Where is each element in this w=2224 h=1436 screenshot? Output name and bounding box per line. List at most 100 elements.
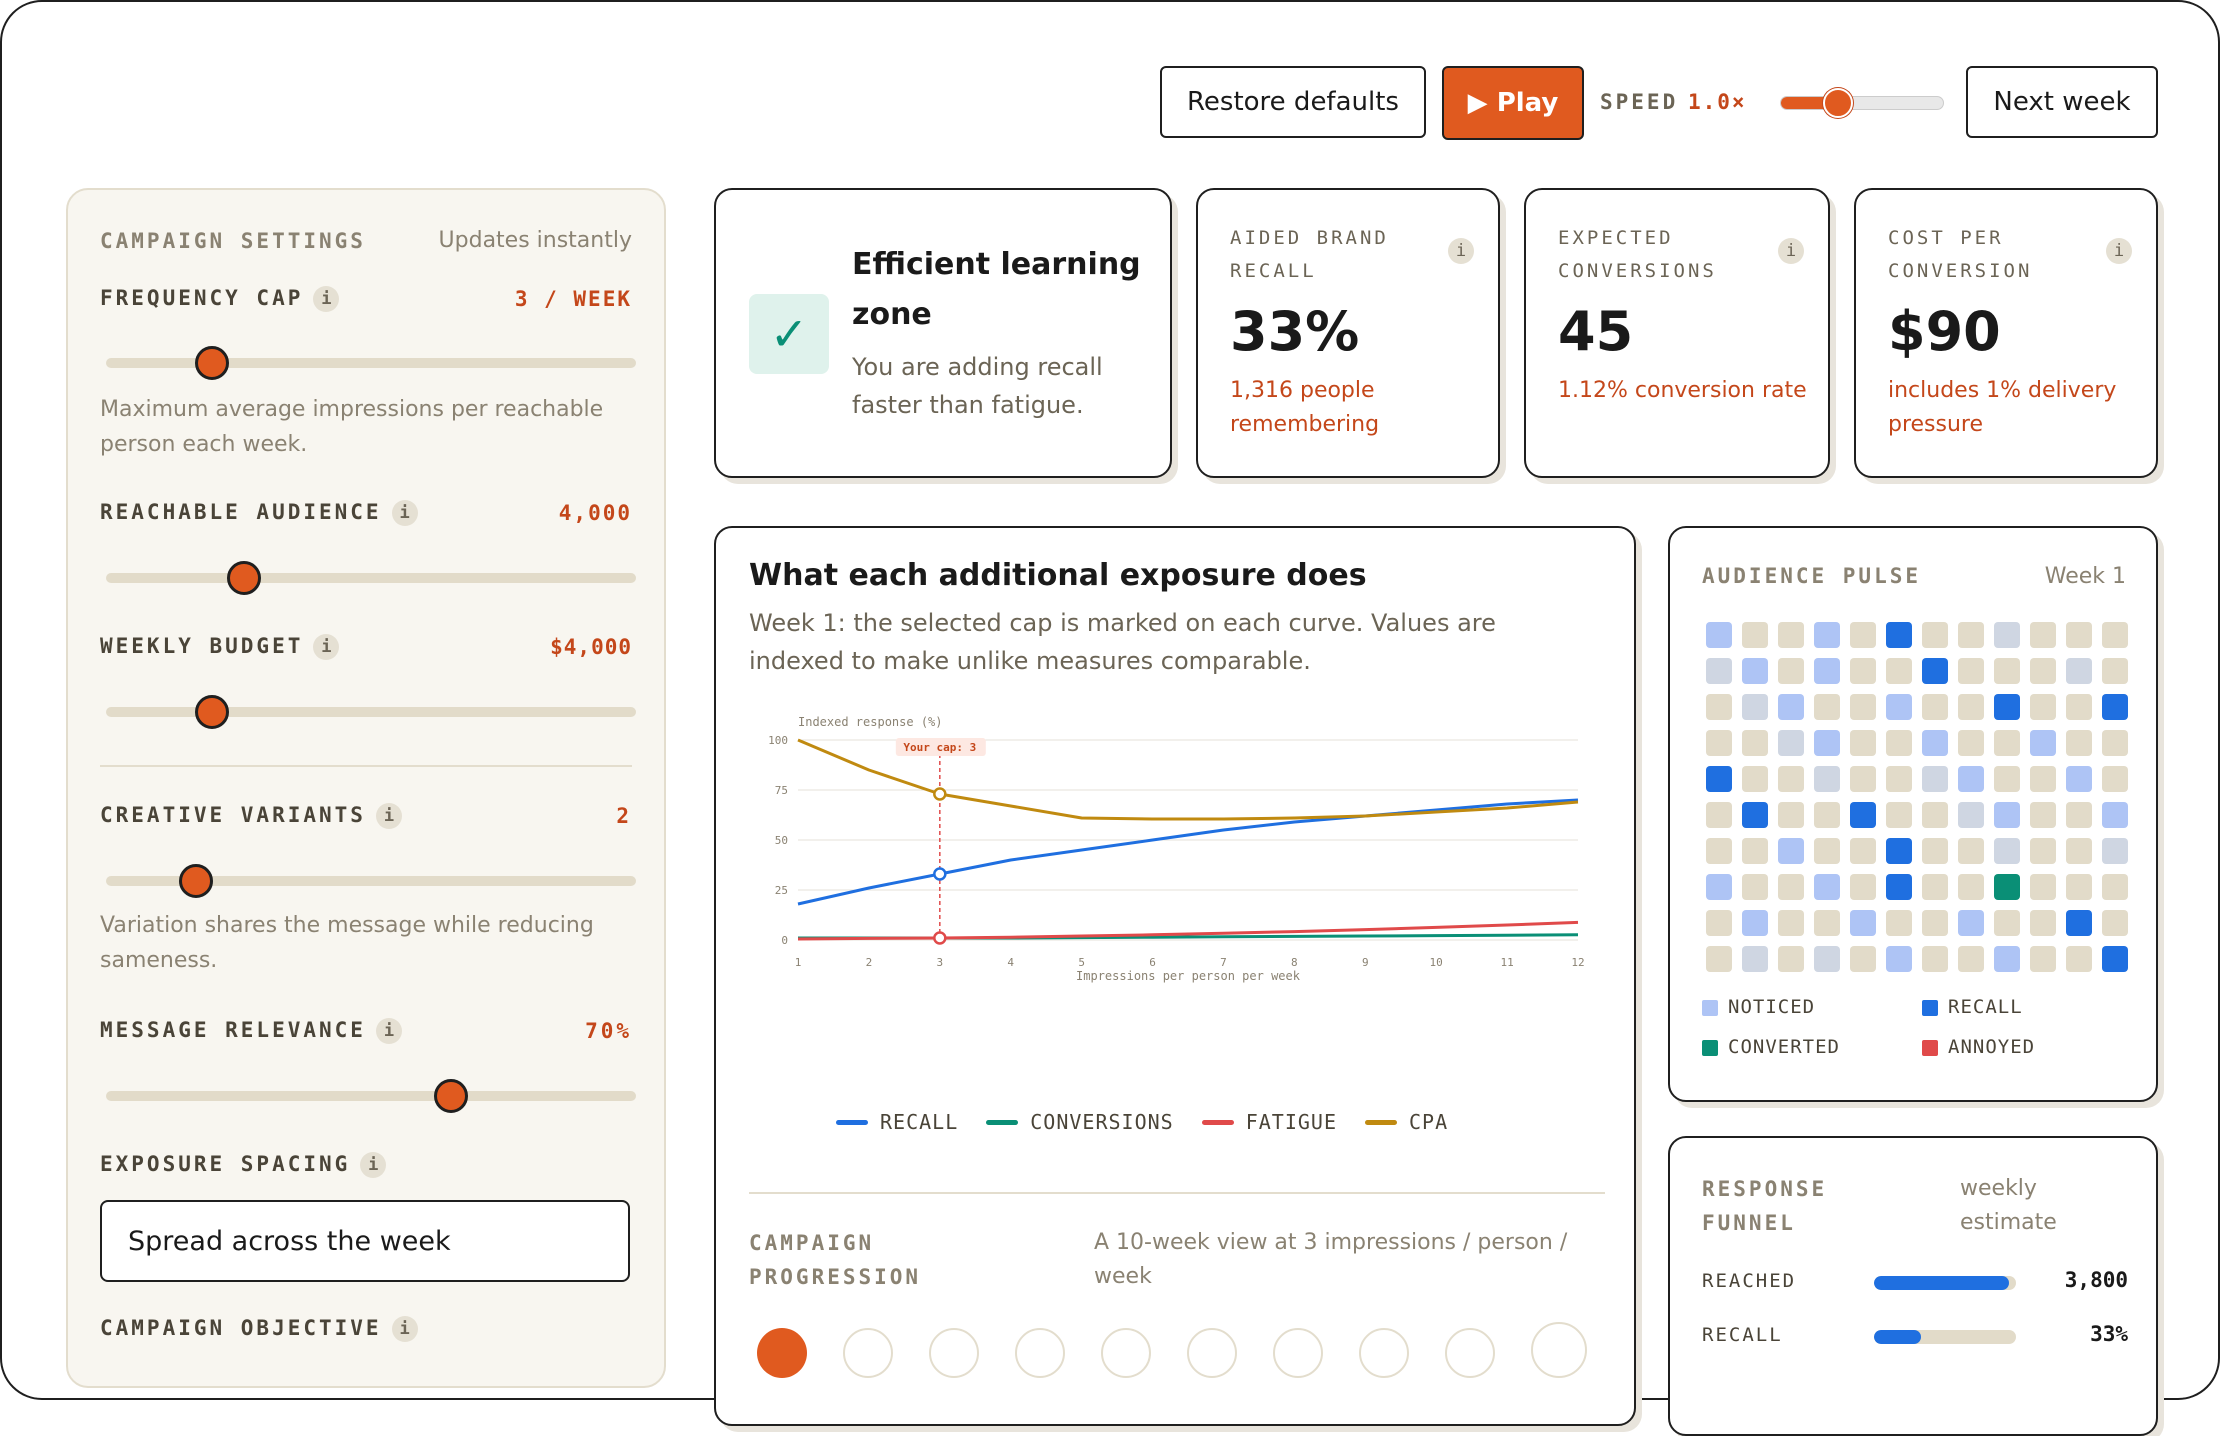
info-icon[interactable]: i: [313, 634, 340, 660]
audience-cell: [2030, 802, 2056, 828]
metric-value: $90: [1888, 300, 2001, 363]
settings-title: CAMPAIGN SETTINGS: [100, 228, 366, 253]
exposure-spacing-select[interactable]: Spread across the week: [100, 1200, 630, 1282]
week-dot[interactable]: [1531, 1322, 1587, 1378]
funnel-row: RECALL 33%: [1702, 1320, 2128, 1366]
frequency-cap-thumb[interactable]: [195, 346, 229, 380]
legend-label: RECALL: [880, 1110, 959, 1134]
audience-cell: [1850, 910, 1876, 936]
cap-point-recall: [933, 867, 947, 881]
legend-label: FATIGUE: [1245, 1110, 1337, 1134]
funnel-bar-fill: [1874, 1276, 2009, 1290]
audience-cell: [1742, 910, 1768, 936]
restore-defaults-button[interactable]: Restore defaults: [1160, 66, 1426, 138]
audience-cell: [1886, 838, 1912, 864]
audience-cell: [1922, 874, 1948, 900]
audience-cell: [2030, 622, 2056, 648]
funnel-bar-track: [1874, 1330, 2016, 1344]
metric-label: AIDED BRAND RECALL: [1230, 227, 1389, 282]
audience-cell: [1814, 946, 1840, 972]
info-icon[interactable]: i: [2106, 238, 2132, 264]
audience-cell: [1742, 874, 1768, 900]
message-relevance-slider[interactable]: [106, 1079, 636, 1113]
audience-cell: [1886, 622, 1912, 648]
legend-label: ANNOYED: [1948, 1036, 2036, 1058]
info-icon[interactable]: i: [391, 1316, 418, 1342]
audience-cell: [2066, 802, 2092, 828]
cap-point-cpa: [933, 787, 947, 801]
speed-slider[interactable]: [1780, 88, 1944, 118]
frequency-cap-help: Maximum average impressions per reachabl…: [100, 397, 604, 457]
y-tick-label: 75: [775, 784, 788, 797]
audience-cell: [1922, 658, 1948, 684]
y-axis-label: Indexed response (%): [798, 715, 943, 729]
play-button[interactable]: ▶ Play: [1442, 66, 1584, 140]
x-tick-label: 5: [1078, 956, 1085, 969]
next-week-button[interactable]: Next week: [1966, 66, 2158, 138]
audience-cell: [2102, 658, 2128, 684]
weekly-budget-slider[interactable]: [106, 695, 636, 729]
audience-cell: [2102, 730, 2128, 756]
audience-cell: [1886, 694, 1912, 720]
audience-cell: [2066, 838, 2092, 864]
audience-cell: [2066, 658, 2092, 684]
audience-cell: [1994, 730, 2020, 756]
audience-cell: [1814, 730, 1840, 756]
frequency-cap-slider[interactable]: [106, 346, 636, 380]
audience-cell: [1922, 622, 1948, 648]
info-icon[interactable]: i: [1778, 238, 1804, 264]
audience-cell: [2030, 910, 2056, 936]
audience-cell: [2066, 694, 2092, 720]
pulse-legend: NOTICED RECALL CONVERTED ANNOYED: [1702, 996, 2142, 1058]
section-divider: [100, 765, 632, 767]
audience-cell: [1994, 838, 2020, 864]
audience-cell: [1850, 658, 1876, 684]
audience-cell: [2030, 946, 2056, 972]
exposure-line-chart: 02550751001 2 3 4 5 6 7 8 9 10 11 12Indexed respons…: [768, 715, 1585, 983]
info-icon[interactable]: i: [313, 286, 340, 312]
audience-cell: [2102, 838, 2128, 864]
audience-cell: [1958, 874, 1984, 900]
funnel-title: RESPONSE FUNNEL: [1702, 1177, 1828, 1235]
audience-cell: [1958, 730, 1984, 756]
legend-swatch: [1702, 999, 1718, 1016]
audience-cell: [2066, 874, 2092, 900]
audience-cell: [2102, 946, 2128, 972]
info-icon[interactable]: i: [360, 1152, 387, 1178]
audience-cell: [1922, 838, 1948, 864]
audience-cell: [1850, 874, 1876, 900]
info-icon[interactable]: i: [375, 803, 402, 829]
weekly-budget-thumb[interactable]: [195, 695, 229, 729]
metric-card-recall: AIDED BRAND RECALL i 33% 1,316 people re…: [1196, 188, 1500, 478]
x-tick-label: 4: [1007, 956, 1014, 969]
info-icon[interactable]: i: [375, 1018, 402, 1044]
info-icon[interactable]: i: [391, 500, 418, 526]
metric-label: EXPECTED CONVERSIONS: [1558, 227, 1717, 282]
frequency-cap-label: FREQUENCY CAP i: [100, 286, 340, 312]
legend-item: CPA: [1365, 1110, 1448, 1134]
funnel-note: weekly estimate: [1960, 1176, 2057, 1235]
legend-label: CONVERSIONS: [1030, 1110, 1174, 1134]
info-icon[interactable]: i: [1448, 238, 1474, 264]
audience-cell: [2066, 910, 2092, 936]
message-relevance-thumb[interactable]: [433, 1079, 468, 1113]
reachable-audience-value: 4,000: [558, 501, 632, 525]
audience-cell: [1706, 910, 1732, 936]
status-card: ✓ Efficient learning zone You are adding…: [714, 188, 1172, 478]
chart-subtitle: Week 1: the selected cap is marked on ea…: [749, 609, 1496, 675]
reachable-audience-slider[interactable]: [106, 561, 636, 595]
reachable-audience-thumb[interactable]: [226, 561, 261, 595]
audience-cell: [1994, 946, 2020, 972]
creative-variants-value: 2: [616, 804, 632, 828]
x-tick-label: 9: [1362, 956, 1369, 969]
audience-cell: [1742, 766, 1768, 792]
x-tick-label: 10: [1430, 956, 1443, 969]
legend-item: FATIGUE: [1201, 1110, 1337, 1134]
creative-variants-thumb[interactable]: [179, 864, 214, 898]
creative-variants-slider[interactable]: [106, 864, 636, 898]
x-tick-label: 12: [1571, 956, 1584, 969]
metric-card-conversions: EXPECTED CONVERSIONS i 45 1.12% conversi…: [1524, 188, 1830, 478]
audience-cell: [1742, 730, 1768, 756]
audience-cell: [2030, 874, 2056, 900]
x-tick-label: 1: [795, 956, 802, 969]
